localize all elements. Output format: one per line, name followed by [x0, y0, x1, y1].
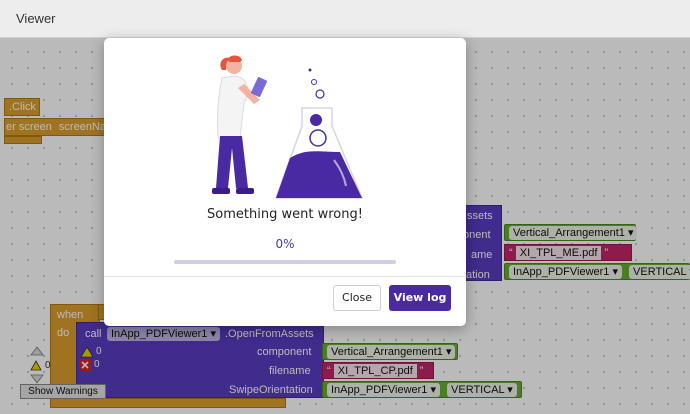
- error-dialog: Something went wrong! 0% Close View log: [104, 38, 466, 326]
- view-log-button[interactable]: View log: [389, 285, 451, 311]
- progress-bar: [174, 260, 396, 264]
- close-button[interactable]: Close: [333, 285, 381, 311]
- error-message: Something went wrong!: [207, 207, 363, 222]
- viewer-header: Viewer: [0, 0, 690, 38]
- progress-percent: 0%: [275, 237, 295, 251]
- viewer-title: Viewer: [16, 11, 56, 26]
- scientist-illustration: [212, 55, 364, 199]
- dialog-divider: [104, 276, 466, 277]
